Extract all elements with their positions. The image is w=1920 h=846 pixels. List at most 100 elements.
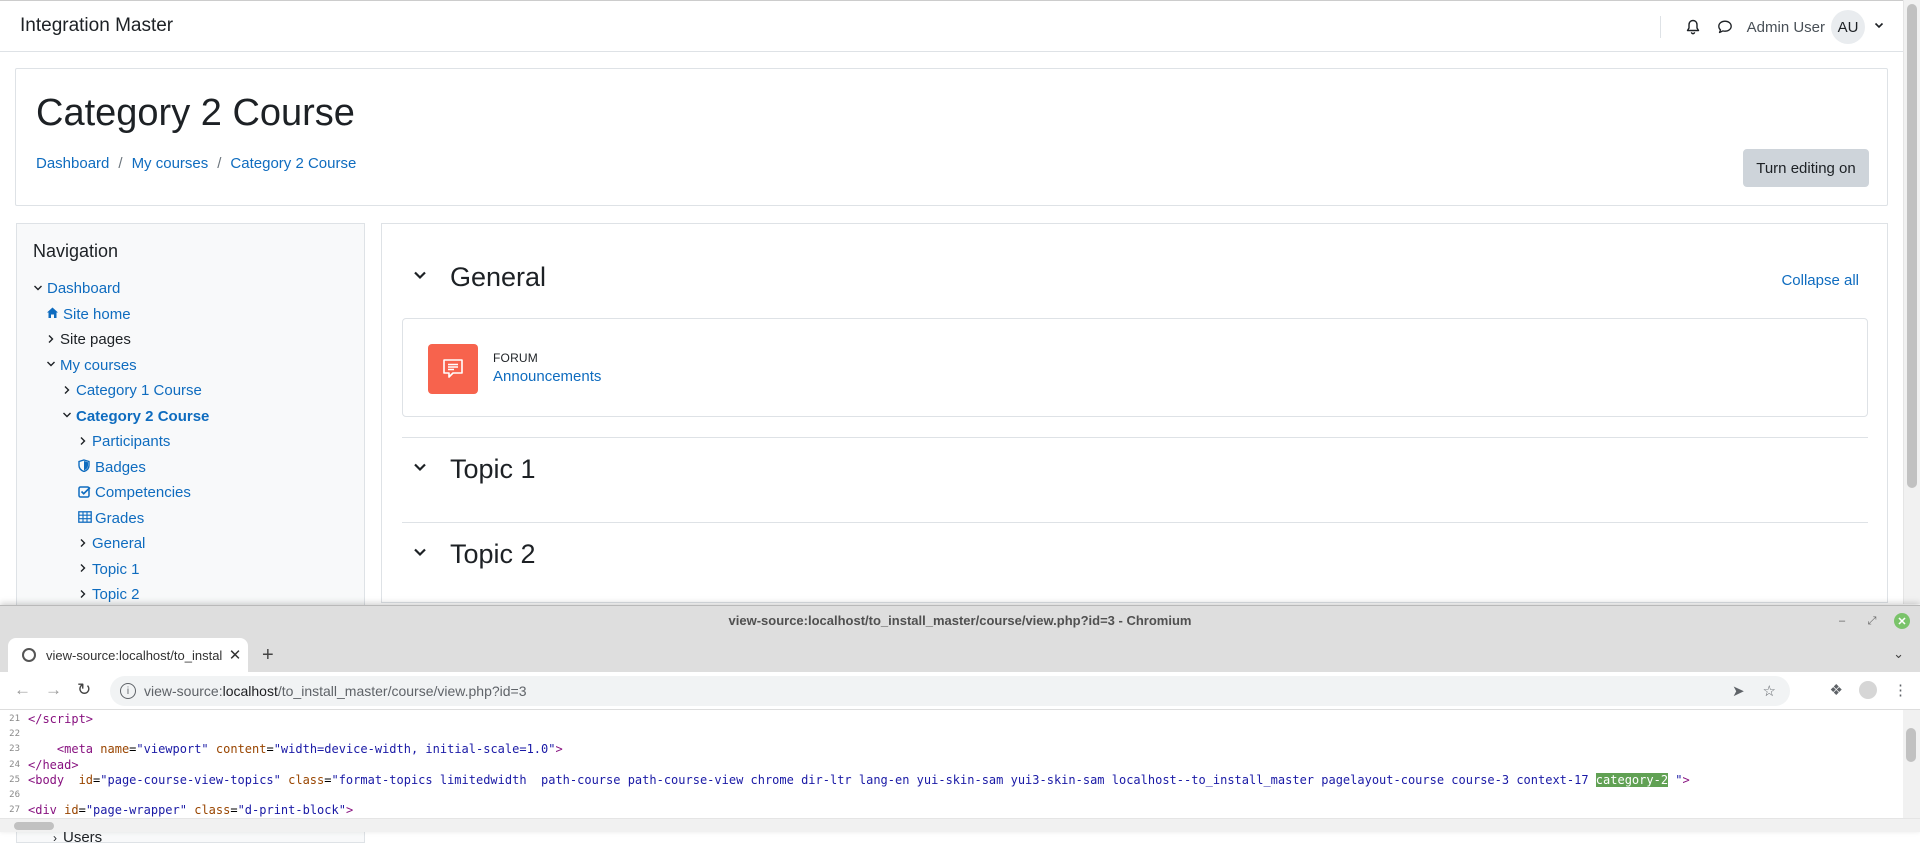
course-content: General Collapse all FORUM Announcements…: [381, 223, 1888, 603]
line-number: 22: [9, 729, 20, 740]
collapse-all-link[interactable]: Collapse all: [1781, 272, 1859, 289]
user-name[interactable]: Admin User: [1747, 19, 1825, 36]
section-title: General: [450, 262, 547, 292]
site-brand[interactable]: Integration Master: [20, 15, 173, 37]
navigation-title: Navigation: [33, 241, 119, 261]
chevron-right-icon[interactable]: [78, 588, 92, 602]
avatar[interactable]: AU: [1831, 10, 1865, 44]
source-horizontal-scrollbar-thumb[interactable]: [14, 822, 54, 830]
profile-icon[interactable]: [1859, 681, 1877, 699]
message-icon[interactable]: [1709, 11, 1741, 43]
chevron-right-icon[interactable]: [78, 435, 92, 449]
view-source-window: view-source:localhost/to_install_master/…: [0, 605, 1920, 832]
browser-tab[interactable]: view-source:localhost/to_install_master/…: [8, 638, 248, 672]
nav-item-label[interactable]: General: [92, 535, 145, 552]
chevron-down-icon[interactable]: [412, 459, 434, 480]
chevron-right-icon[interactable]: [78, 537, 92, 551]
bell-icon[interactable]: [1677, 11, 1709, 43]
check-square-icon[interactable]: [78, 485, 95, 501]
turn-editing-on-button[interactable]: Turn editing on: [1743, 149, 1869, 187]
chevron-down-icon[interactable]: [33, 282, 47, 296]
forum-icon[interactable]: [428, 344, 478, 394]
nav-item-label[interactable]: Badges: [95, 459, 146, 476]
breadcrumb-my-courses[interactable]: My courses: [132, 155, 209, 172]
chevron-right-icon[interactable]: [62, 384, 76, 398]
section-divider: [402, 522, 1868, 523]
table-icon[interactable]: [78, 510, 95, 526]
nav-item-label[interactable]: My courses: [60, 357, 137, 374]
section-topic-1[interactable]: Topic 1: [412, 454, 536, 485]
source-scrollbar-thumb[interactable]: [1906, 728, 1916, 762]
breadcrumb-separator: /: [118, 155, 123, 172]
forward-icon[interactable]: →: [45, 680, 62, 700]
page-scrollbar-thumb[interactable]: [1907, 4, 1917, 488]
nav-item-label[interactable]: Grades: [95, 510, 144, 527]
nav-item-category-1-course[interactable]: Category 1 Course: [62, 382, 202, 399]
chevron-right-icon: ›: [53, 831, 57, 845]
nav-item-label[interactable]: Dashboard: [47, 280, 120, 297]
nav-item-site-home[interactable]: Site home: [46, 306, 131, 323]
section-general[interactable]: General: [412, 262, 546, 293]
page-scrollbar[interactable]: [1903, 0, 1920, 604]
chevron-right-icon[interactable]: [78, 562, 92, 576]
nav-item-label[interactable]: Participants: [92, 433, 170, 450]
close-window-icon[interactable]: ✕: [1894, 613, 1910, 629]
close-tab-icon[interactable]: ✕: [222, 646, 248, 664]
menu-icon[interactable]: ⋮: [1893, 681, 1908, 699]
tab-search-icon[interactable]: ⌄: [1893, 646, 1904, 662]
omnibox-actions: ➤ ☆: [1732, 682, 1776, 700]
nav-item-dashboard[interactable]: Dashboard: [33, 280, 120, 297]
breadcrumb-dashboard[interactable]: Dashboard: [36, 155, 109, 172]
tab-strip: view-source:localhost/to_install_master/…: [0, 636, 1920, 672]
source-horizontal-scrollbar[interactable]: [0, 818, 1920, 832]
url-scheme: view-source:: [144, 683, 223, 699]
section-topic-2[interactable]: Topic 2: [412, 539, 536, 570]
source-line: 27 <div id="page-wrapper" class="d-print-…: [0, 803, 353, 818]
globe-icon: [22, 648, 36, 662]
shield-icon[interactable]: [78, 459, 95, 475]
source-code-view[interactable]: 21 </script> 22 23 <meta name="viewport" co…: [0, 710, 1920, 818]
section-divider: [402, 437, 1868, 438]
minimize-icon[interactable]: –: [1834, 613, 1850, 629]
send-icon[interactable]: ➤: [1732, 682, 1745, 700]
address-bar[interactable]: i view-source: localhost/to_install_maste…: [110, 676, 1790, 706]
nav-item-grades[interactable]: Grades: [78, 510, 144, 527]
nav-item-label[interactable]: Category 1 Course: [76, 382, 202, 399]
line-number: 23: [9, 744, 20, 755]
back-icon[interactable]: ←: [14, 680, 31, 700]
extensions-icon[interactable]: ❖: [1830, 681, 1843, 699]
chevron-down-icon[interactable]: [412, 267, 434, 288]
maximize-icon[interactable]: ⤢: [1864, 613, 1880, 629]
nav-item-topic-2[interactable]: Topic 2: [78, 586, 140, 603]
bookmark-star-icon[interactable]: ☆: [1763, 682, 1776, 700]
chevron-down-icon[interactable]: [412, 544, 434, 565]
chevron-right-icon[interactable]: [46, 333, 60, 347]
new-tab-icon[interactable]: +: [262, 644, 274, 667]
home-icon[interactable]: [46, 306, 63, 322]
nav-item-site-pages[interactable]: Site pages: [46, 331, 131, 348]
nav-item-competencies[interactable]: Competencies: [78, 484, 191, 501]
source-line: 24 </head>: [0, 758, 78, 773]
nav-item-topic-1[interactable]: Topic 1: [78, 561, 140, 578]
nav-item-label[interactable]: Competencies: [95, 484, 191, 501]
chevron-down-icon[interactable]: [62, 409, 76, 423]
breadcrumb-course[interactable]: Category 2 Course: [230, 155, 356, 172]
nav-item-label[interactable]: Topic 2: [92, 586, 140, 603]
chevron-down-icon[interactable]: [46, 358, 60, 372]
activity-link[interactable]: Announcements: [493, 368, 601, 385]
nav-item-participants[interactable]: Participants: [78, 433, 170, 450]
nav-item-badges[interactable]: Badges: [78, 459, 146, 476]
reload-icon[interactable]: ↻: [77, 680, 91, 700]
nav-item-my-courses[interactable]: My courses: [46, 357, 137, 374]
url-path: /to_install_master/course/view.php?id=3: [277, 683, 527, 699]
nav-item-label[interactable]: Topic 1: [92, 561, 140, 578]
source-scrollbar[interactable]: [1903, 710, 1920, 818]
line-code: <body id="page-course-view-topics" class…: [28, 772, 1690, 787]
nav-item-general[interactable]: General: [78, 535, 145, 552]
chevron-down-icon[interactable]: [1873, 18, 1885, 36]
info-icon[interactable]: i: [120, 683, 136, 699]
breadcrumb: Dashboard / My courses / Category 2 Cour…: [36, 155, 356, 172]
nav-item-label[interactable]: Site home: [63, 306, 131, 323]
nav-item-label[interactable]: Category 2 Course: [76, 408, 209, 425]
nav-item-category-2-course[interactable]: Category 2 Course: [62, 408, 209, 425]
